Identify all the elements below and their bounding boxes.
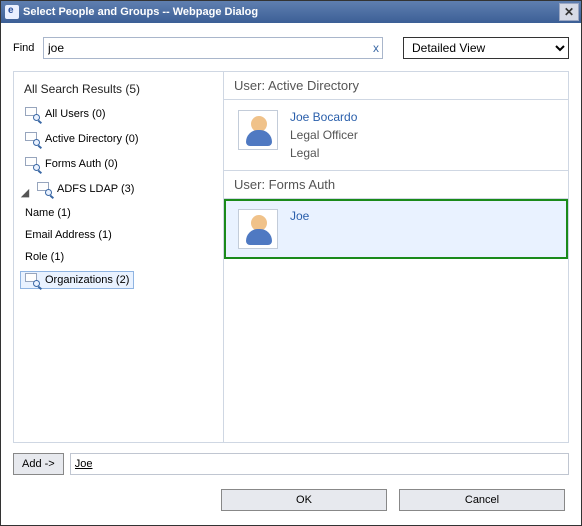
expander-icon[interactable]: ◢ <box>20 186 30 199</box>
find-input[interactable] <box>43 37 383 59</box>
ok-button[interactable]: OK <box>221 489 387 511</box>
clear-search-icon[interactable]: x <box>373 41 379 55</box>
card-search-icon <box>25 107 41 121</box>
find-label: Find <box>13 42 37 54</box>
dialog-content: Find x Detailed View All Search Results … <box>1 23 581 525</box>
find-row: Find x Detailed View <box>13 37 569 59</box>
cancel-button[interactable]: Cancel <box>399 489 565 511</box>
tree-name[interactable]: Name (1) <box>20 205 76 221</box>
tree-forms-auth[interactable]: Forms Auth (0) <box>20 155 123 173</box>
card-search-icon <box>37 182 53 196</box>
result-dept: Legal <box>290 146 358 160</box>
tree-role[interactable]: Role (1) <box>20 249 69 265</box>
add-button[interactable]: Add -> <box>13 453 64 475</box>
tree-root[interactable]: All Search Results (5) <box>20 80 217 102</box>
card-search-icon <box>25 132 41 146</box>
tree-email[interactable]: Email Address (1) <box>20 227 117 243</box>
tree-active-directory[interactable]: Active Directory (0) <box>20 130 144 148</box>
title-bar: Select People and Groups -- Webpage Dial… <box>1 1 581 23</box>
result-name[interactable]: Joe Bocardo <box>290 110 358 124</box>
tree-adfs-ldap[interactable]: ADFS LDAP (3) <box>32 180 139 198</box>
ie-icon <box>5 5 19 19</box>
add-row: Add -> <box>13 443 569 475</box>
result-title: Legal Officer <box>290 128 358 142</box>
result-card-forms[interactable]: Joe <box>224 199 568 259</box>
dialog-title: Select People and Groups -- Webpage Dial… <box>23 6 258 18</box>
user-avatar-icon <box>238 209 278 249</box>
dialog-footer: OK Cancel <box>13 475 569 515</box>
result-card-ad[interactable]: Joe Bocardo Legal Officer Legal <box>224 100 568 170</box>
card-search-icon <box>25 157 41 171</box>
view-select[interactable]: Detailed View <box>403 37 569 59</box>
results-panel: User: Active Directory Joe Bocardo Legal… <box>224 72 568 442</box>
added-users-input[interactable] <box>70 453 569 475</box>
result-name[interactable]: Joe <box>290 209 309 223</box>
main-panel: All Search Results (5) All Users (0) Act… <box>13 71 569 443</box>
group-header-forms: User: Forms Auth <box>224 170 568 199</box>
dialog-window: Select People and Groups -- Webpage Dial… <box>0 0 582 526</box>
user-avatar-icon <box>238 110 278 150</box>
tree-organizations[interactable]: Organizations (2) <box>20 271 134 289</box>
card-search-icon <box>25 273 41 287</box>
search-tree: All Search Results (5) All Users (0) Act… <box>14 72 224 442</box>
tree-all-users[interactable]: All Users (0) <box>20 105 111 123</box>
group-header-ad: User: Active Directory <box>224 72 568 100</box>
close-button[interactable]: ✕ <box>559 3 579 21</box>
